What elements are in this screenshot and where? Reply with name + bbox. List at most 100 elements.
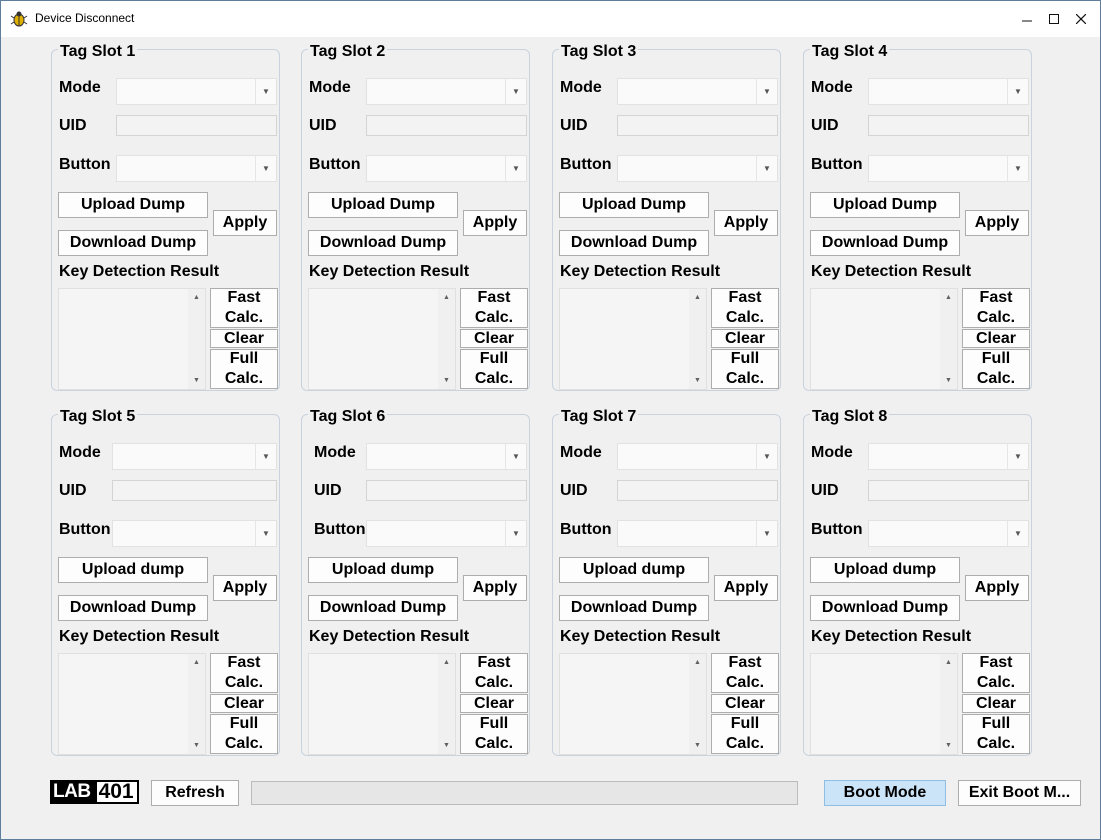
upload-dump-button[interactable]: Upload dump (58, 557, 208, 583)
close-button[interactable] (1067, 1, 1094, 37)
key-detection-result-list[interactable]: ▲ ▼ (58, 288, 206, 390)
scroll-up-icon[interactable]: ▲ (689, 289, 706, 306)
download-dump-button[interactable]: Download Dump (810, 595, 960, 621)
full-calc-button[interactable]: Full Calc. (210, 714, 278, 754)
download-dump-button[interactable]: Download Dump (58, 230, 208, 256)
key-detection-result-list[interactable]: ▲ ▼ (559, 288, 707, 390)
button-select[interactable]: ▼ (617, 520, 778, 547)
full-calc-button[interactable]: Full Calc. (460, 714, 528, 754)
mode-select[interactable]: ▼ (868, 443, 1029, 470)
upload-dump-button[interactable]: Upload Dump (58, 192, 208, 218)
full-calc-button[interactable]: Full Calc. (962, 349, 1030, 389)
download-dump-button[interactable]: Download Dump (810, 230, 960, 256)
maximize-button[interactable] (1040, 1, 1067, 37)
scroll-up-icon[interactable]: ▲ (188, 654, 205, 671)
boot-mode-button[interactable]: Boot Mode (824, 780, 946, 806)
uid-field[interactable] (617, 480, 778, 501)
key-detection-result-list[interactable]: ▲ ▼ (810, 288, 958, 390)
upload-dump-button[interactable]: Upload Dump (810, 192, 960, 218)
scroll-up-icon[interactable]: ▲ (438, 654, 455, 671)
apply-button[interactable]: Apply (714, 210, 778, 236)
mode-select[interactable]: ▼ (868, 78, 1029, 105)
mode-select[interactable]: ▼ (116, 78, 277, 105)
fast-calc-button[interactable]: Fast Calc. (210, 653, 278, 693)
upload-dump-button[interactable]: Upload Dump (559, 192, 709, 218)
uid-field[interactable] (617, 115, 778, 136)
key-detection-result-list[interactable]: ▲ ▼ (308, 288, 456, 390)
button-select[interactable]: ▼ (868, 520, 1029, 547)
minimize-button[interactable] (1013, 1, 1040, 37)
apply-button[interactable]: Apply (965, 575, 1029, 601)
scroll-up-icon[interactable]: ▲ (689, 654, 706, 671)
mode-select[interactable]: ▼ (366, 78, 527, 105)
full-calc-button[interactable]: Full Calc. (962, 714, 1030, 754)
uid-field[interactable] (112, 480, 277, 501)
key-detection-result-list[interactable]: ▲ ▼ (308, 653, 456, 755)
title-bar[interactable]: Device Disconnect (1, 1, 1100, 37)
scrollbar[interactable]: ▲ ▼ (438, 654, 455, 754)
mode-select[interactable]: ▼ (617, 78, 778, 105)
upload-dump-button[interactable]: Upload dump (308, 557, 458, 583)
scroll-up-icon[interactable]: ▲ (940, 654, 957, 671)
fast-calc-button[interactable]: Fast Calc. (711, 653, 779, 693)
uid-field[interactable] (366, 115, 527, 136)
refresh-button[interactable]: Refresh (151, 780, 239, 806)
button-select[interactable]: ▼ (366, 520, 527, 547)
uid-field[interactable] (868, 480, 1029, 501)
button-select[interactable]: ▼ (617, 155, 778, 182)
full-calc-button[interactable]: Full Calc. (210, 349, 278, 389)
scrollbar[interactable]: ▲ ▼ (438, 289, 455, 389)
key-detection-result-list[interactable]: ▲ ▼ (58, 653, 206, 755)
scrollbar[interactable]: ▲ ▼ (940, 654, 957, 754)
key-detection-result-list[interactable]: ▲ ▼ (810, 653, 958, 755)
scrollbar[interactable]: ▲ ▼ (188, 289, 205, 389)
download-dump-button[interactable]: Download Dump (308, 230, 458, 256)
apply-button[interactable]: Apply (463, 575, 527, 601)
scroll-down-icon[interactable]: ▼ (689, 737, 706, 754)
apply-button[interactable]: Apply (213, 575, 277, 601)
clear-button[interactable]: Clear (460, 329, 528, 348)
button-select[interactable]: ▼ (366, 155, 527, 182)
fast-calc-button[interactable]: Fast Calc. (460, 653, 528, 693)
apply-button[interactable]: Apply (213, 210, 277, 236)
download-dump-button[interactable]: Download Dump (308, 595, 458, 621)
scroll-down-icon[interactable]: ▼ (689, 372, 706, 389)
apply-button[interactable]: Apply (965, 210, 1029, 236)
clear-button[interactable]: Clear (711, 694, 779, 713)
full-calc-button[interactable]: Full Calc. (711, 349, 779, 389)
clear-button[interactable]: Clear (711, 329, 779, 348)
clear-button[interactable]: Clear (460, 694, 528, 713)
scrollbar[interactable]: ▲ ▼ (940, 289, 957, 389)
scroll-down-icon[interactable]: ▼ (438, 737, 455, 754)
scroll-down-icon[interactable]: ▼ (940, 737, 957, 754)
apply-button[interactable]: Apply (714, 575, 778, 601)
download-dump-button[interactable]: Download Dump (559, 230, 709, 256)
clear-button[interactable]: Clear (962, 694, 1030, 713)
apply-button[interactable]: Apply (463, 210, 527, 236)
fast-calc-button[interactable]: Fast Calc. (962, 288, 1030, 328)
scroll-down-icon[interactable]: ▼ (188, 737, 205, 754)
upload-dump-button[interactable]: Upload dump (810, 557, 960, 583)
scrollbar[interactable]: ▲ ▼ (689, 654, 706, 754)
exit-boot-mode-button[interactable]: Exit Boot M... (958, 780, 1081, 806)
clear-button[interactable]: Clear (210, 329, 278, 348)
scroll-up-icon[interactable]: ▲ (188, 289, 205, 306)
button-select[interactable]: ▼ (868, 155, 1029, 182)
mode-select[interactable]: ▼ (366, 443, 527, 470)
clear-button[interactable]: Clear (962, 329, 1030, 348)
scroll-down-icon[interactable]: ▼ (940, 372, 957, 389)
full-calc-button[interactable]: Full Calc. (460, 349, 528, 389)
button-select[interactable]: ▼ (112, 520, 277, 547)
scroll-down-icon[interactable]: ▼ (188, 372, 205, 389)
scroll-down-icon[interactable]: ▼ (438, 372, 455, 389)
uid-field[interactable] (868, 115, 1029, 136)
full-calc-button[interactable]: Full Calc. (711, 714, 779, 754)
scroll-up-icon[interactable]: ▲ (940, 289, 957, 306)
uid-field[interactable] (116, 115, 277, 136)
mode-select[interactable]: ▼ (112, 443, 277, 470)
download-dump-button[interactable]: Download Dump (559, 595, 709, 621)
mode-select[interactable]: ▼ (617, 443, 778, 470)
clear-button[interactable]: Clear (210, 694, 278, 713)
key-detection-result-list[interactable]: ▲ ▼ (559, 653, 707, 755)
upload-dump-button[interactable]: Upload Dump (308, 192, 458, 218)
